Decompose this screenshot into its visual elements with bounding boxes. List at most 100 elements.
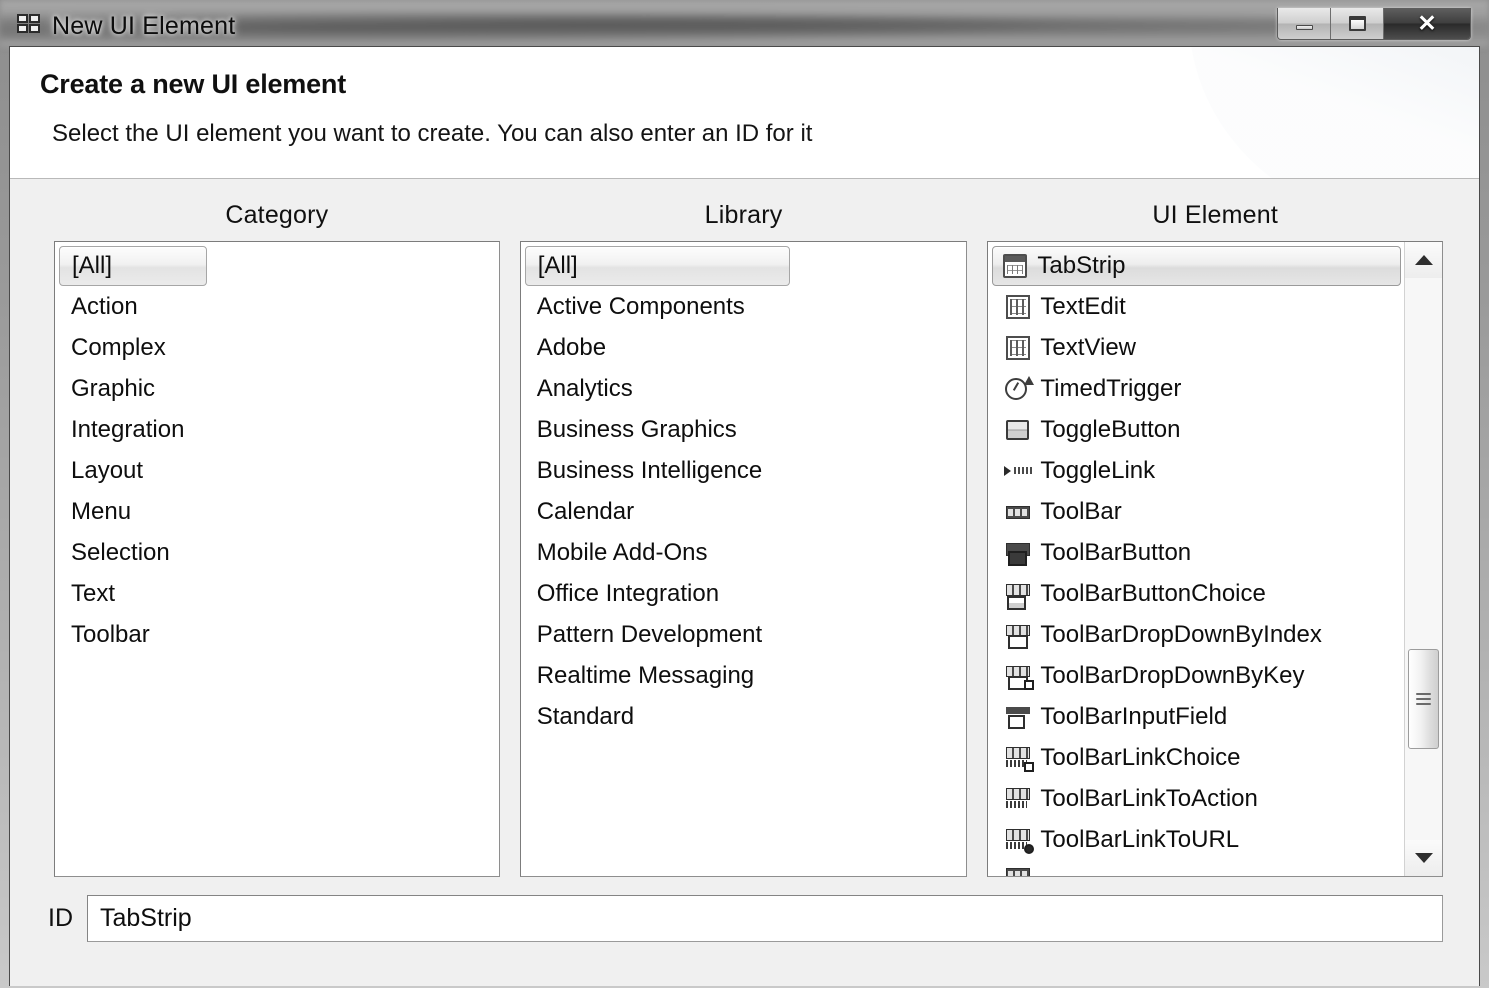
list-item-label: Pattern Development (536, 620, 763, 648)
list-item[interactable]: [All] (59, 246, 207, 286)
category-column: Category [All] Action Complex Graphic Integr… (54, 201, 500, 877)
maximize-button[interactable] (1331, 8, 1384, 39)
list-item[interactable]: Adobe (521, 327, 967, 368)
category-list: [All] Action Complex Graphic Integration Layo… (55, 242, 499, 655)
list-item[interactable]: ToolBarLinkChoice (988, 737, 1404, 778)
title-bar[interactable]: New UI Element ✕ (8, 6, 1481, 46)
list-item[interactable]: ToolBarButtonChoice (988, 573, 1404, 614)
toolbarbuttonchoice-icon (1004, 580, 1034, 610)
list-item[interactable]: Business Graphics (521, 409, 967, 450)
togglelink-icon (1004, 457, 1034, 485)
list-item[interactable]: ToggleLink (988, 450, 1404, 491)
list-item[interactable]: Standard (521, 696, 967, 737)
list-item-label: Complex (71, 333, 166, 361)
app-blocks-icon (16, 14, 42, 38)
toolbar-icon (1004, 860, 1034, 876)
scrollbar-track[interactable] (1405, 278, 1442, 840)
list-item[interactable]: ToolBar (988, 491, 1404, 532)
list-item[interactable]: Layout (55, 450, 499, 491)
tabstrip-icon (1001, 252, 1031, 280)
ui-element-column: UI Element TabStrip TextEdit TextView Timed… (987, 201, 1443, 877)
toolbarlinktourl-icon (1004, 826, 1035, 854)
list-item[interactable]: TimedTrigger (988, 368, 1404, 409)
togglebutton-icon (1004, 416, 1034, 444)
toolbarinputfield-icon (1004, 703, 1034, 731)
list-item-label: Realtime Messaging (536, 661, 755, 689)
minimize-button[interactable] (1278, 8, 1331, 39)
scroll-up-arrow-icon (1414, 255, 1433, 265)
list-item[interactable]: Realtime Messaging (521, 655, 967, 696)
list-item-label: Calendar (536, 497, 635, 525)
ui-element-listbox[interactable]: TabStrip TextEdit TextView TimedTrigger Togg… (987, 241, 1443, 877)
close-button[interactable]: ✕ (1384, 8, 1470, 39)
timedtrigger-icon (1004, 375, 1035, 403)
list-item[interactable]: Office Integration (521, 573, 967, 614)
page-subtitle: Select the UI element you want to create… (52, 120, 813, 147)
list-item[interactable]: TabStrip (992, 246, 1401, 286)
list-item-label: Active Components (536, 292, 745, 320)
toolbar-icon (1004, 498, 1034, 526)
list-item[interactable]: ToolBarButton (988, 532, 1404, 573)
scrollbar-thumb[interactable] (1408, 648, 1439, 749)
scroll-down-arrow-icon (1414, 853, 1433, 863)
list-item-label: Standard (536, 702, 635, 730)
toolbardropdownbyindex-icon (1004, 621, 1034, 649)
list-item[interactable]: Menu (55, 491, 499, 532)
list-item[interactable]: Complex (55, 327, 499, 368)
list-item-label: ToolBar (1040, 497, 1122, 525)
list-item[interactable]: Graphic (55, 368, 499, 409)
list-item-label: ToolBarInputField (1040, 702, 1228, 730)
id-label: ID (48, 904, 73, 932)
close-icon: ✕ (1417, 10, 1437, 36)
list-item[interactable]: Selection (55, 532, 499, 573)
list-item-label: Text (71, 579, 116, 607)
list-item[interactable]: Integration (55, 409, 499, 450)
scrollbar-grip-icon (1416, 690, 1431, 708)
list-item[interactable]: Action (55, 286, 499, 327)
list-item-label: Graphic (71, 374, 156, 402)
list-item[interactable]: Toolbar (55, 614, 499, 655)
list-item-partial[interactable] (988, 860, 1404, 876)
list-item-label: Business Intelligence (536, 456, 763, 484)
list-item[interactable]: TextView (988, 327, 1404, 368)
toolbarlinktoaction-icon (1004, 785, 1034, 813)
toolbarlinkchoice-icon (1004, 744, 1035, 772)
library-column: Library [All] Active Components Adobe Analy… (519, 201, 968, 877)
ui-element-scrollbar[interactable] (1404, 242, 1442, 876)
ui-element-list: TabStrip TextEdit TextView TimedTrigger Togg… (988, 242, 1404, 876)
list-item-label: ToolBarDropDownByKey (1040, 661, 1305, 689)
list-item-label: Action (71, 292, 138, 320)
list-item-label: ToolBarLinkChoice (1040, 743, 1241, 771)
list-item-label: TabStrip (1037, 252, 1126, 279)
list-item-label: TextView (1040, 333, 1136, 361)
list-item[interactable]: Calendar (521, 491, 967, 532)
dialog-window: New UI Element ✕ Create a new UI element… (0, 0, 1489, 988)
textedit-icon (1004, 293, 1034, 321)
list-item[interactable]: ToolBarInputField (988, 696, 1404, 737)
list-item[interactable]: Analytics (521, 368, 967, 409)
list-item[interactable]: ToolBarLinkToAction (988, 778, 1404, 819)
scroll-down-button[interactable] (1405, 840, 1442, 876)
category-header: Category (225, 201, 329, 229)
list-item[interactable]: Active Components (521, 286, 967, 327)
category-listbox[interactable]: [All] Action Complex Graphic Integration Layo… (54, 241, 500, 877)
list-item[interactable]: [All] (524, 246, 790, 286)
list-item[interactable]: Mobile Add-Ons (521, 532, 967, 573)
list-item[interactable]: ToggleButton (988, 409, 1404, 450)
library-listbox[interactable]: [All] Active Components Adobe Analytics Busi… (519, 241, 968, 877)
list-item[interactable]: Business Intelligence (521, 450, 967, 491)
id-input[interactable]: TabStrip (87, 895, 1443, 942)
list-item[interactable]: ToolBarDropDownByKey (988, 655, 1404, 696)
list-item[interactable]: ToolBarDropDownByIndex (988, 614, 1404, 655)
ui-element-header: UI Element (1152, 201, 1279, 229)
library-list: [All] Active Components Adobe Analytics Busi… (521, 242, 967, 737)
scroll-up-button[interactable] (1405, 242, 1442, 278)
toolbarbutton-icon (1004, 539, 1034, 567)
page-title: Create a new UI element (40, 69, 347, 99)
list-item[interactable]: Text (55, 573, 499, 614)
list-item-label: ToggleLink (1040, 456, 1156, 484)
list-item[interactable]: ToolBarLinkToURL (988, 819, 1404, 860)
id-row: ID TabStrip (10, 877, 1479, 942)
list-item[interactable]: Pattern Development (521, 614, 967, 655)
list-item[interactable]: TextEdit (988, 286, 1404, 327)
